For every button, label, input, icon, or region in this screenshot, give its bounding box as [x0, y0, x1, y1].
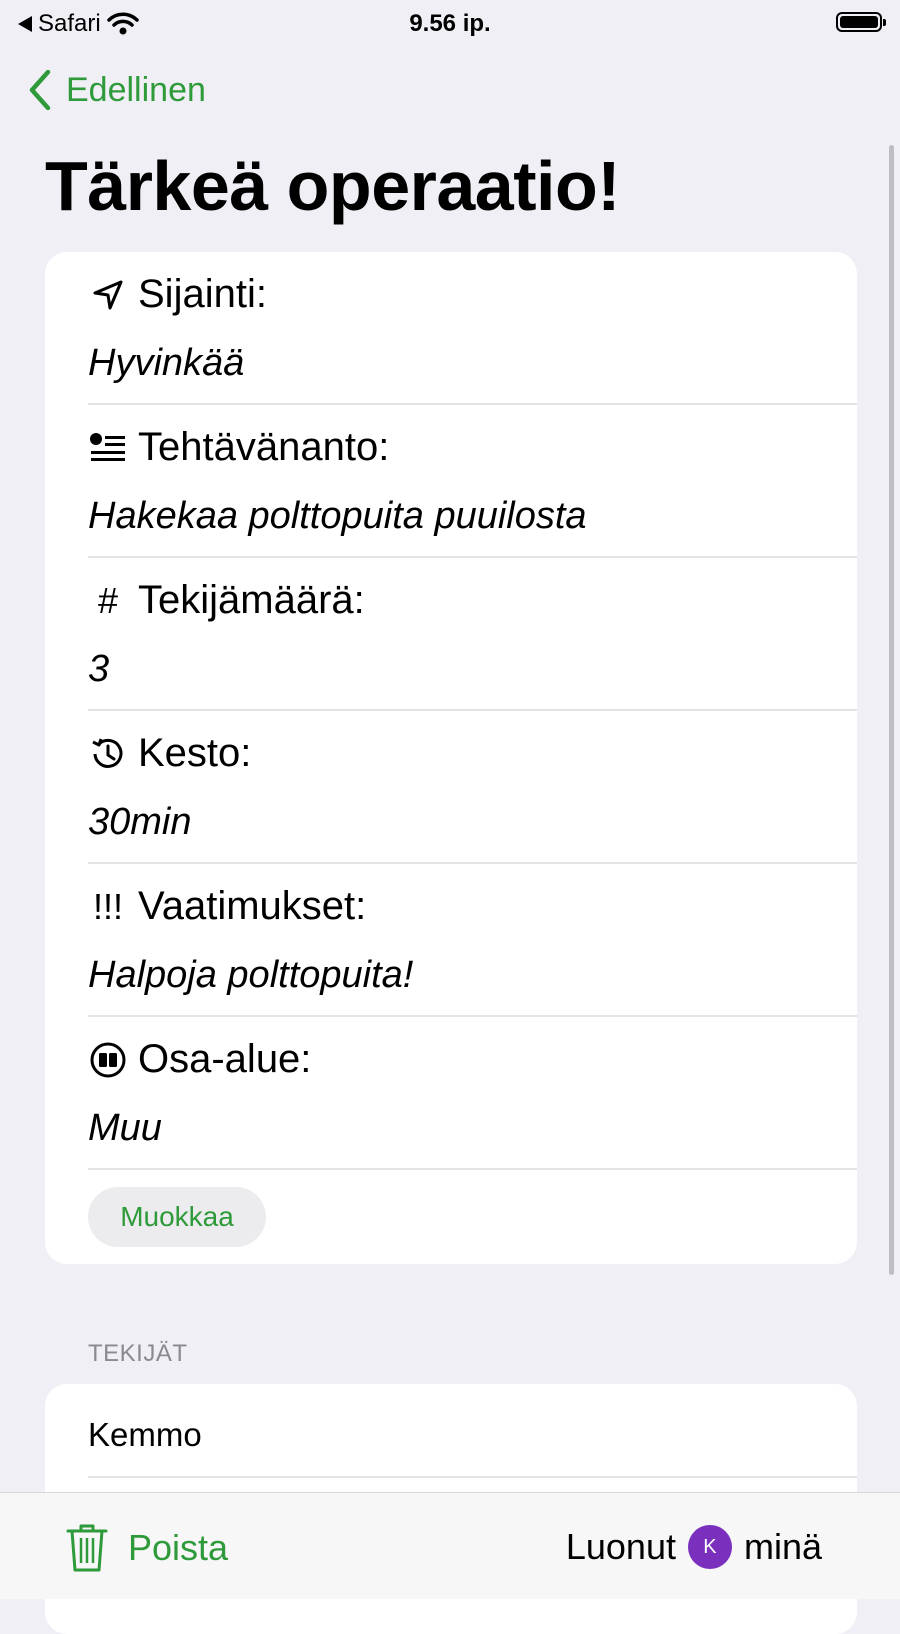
detail-row-area: Osa-alue: Muu — [45, 1017, 857, 1170]
delete-button[interactable]: Poista — [66, 1523, 228, 1573]
back-button-label: Edellinen — [66, 70, 206, 109]
checklist-icon — [88, 428, 128, 468]
details-card: Sijainti: Hyvinkää Tehtävänanto: Hakekaa… — [45, 252, 857, 1264]
bottom-toolbar: Poista Luonut K minä — [0, 1492, 900, 1599]
workers-section-header: TEKIJÄT — [88, 1340, 188, 1367]
page-title: Tärkeä operaatio! — [45, 147, 621, 225]
battery-icon — [836, 12, 886, 32]
detail-value: 30min — [88, 801, 192, 843]
detail-label: Tekijämäärä: — [138, 578, 365, 622]
created-by: Luonut K minä — [566, 1525, 822, 1569]
clock-history-icon — [88, 734, 128, 774]
detail-value: Hakekaa polttopuita puuilosta — [88, 495, 587, 537]
detail-label: Osa-alue: — [138, 1037, 312, 1081]
detail-row-assignment: Tehtävänanto: Hakekaa polttopuita puuilo… — [45, 405, 857, 558]
scroll-indicator[interactable] — [889, 145, 894, 1275]
book-circle-icon — [88, 1040, 128, 1080]
row-divider — [88, 1168, 857, 1170]
number-sign-icon: # — [97, 579, 119, 621]
trash-icon — [66, 1524, 108, 1572]
detail-row-duration: Kesto: 30min — [45, 711, 857, 864]
detail-label: Sijainti: — [138, 272, 267, 316]
detail-row-location: Sijainti: Hyvinkää — [45, 252, 857, 405]
detail-label: Vaatimukset: — [138, 884, 367, 928]
detail-value: Muu — [88, 1107, 162, 1149]
status-bar: Safari 9.56 ip. — [0, 0, 900, 50]
avatar: K — [687, 1525, 732, 1569]
creator-name: minä — [743, 1526, 822, 1567]
delete-button-label: Poista — [128, 1527, 229, 1568]
detail-row-requirements: !!! Vaatimukset: Halpoja polttopuita! — [45, 864, 857, 1017]
status-time: 9.56 ip. — [409, 10, 491, 37]
detail-value: 3 — [88, 648, 110, 690]
detail-row-worker-count: # Tekijämäärä: 3 — [45, 558, 857, 711]
detail-value: Hyvinkää — [88, 342, 245, 384]
detail-value: Halpoja polttopuita! — [88, 954, 414, 996]
back-button[interactable]: Edellinen — [28, 70, 206, 110]
row-divider — [88, 1476, 857, 1478]
detail-label: Kesto: — [138, 731, 252, 775]
chevron-left-icon — [29, 70, 51, 110]
list-item[interactable]: Kemmo — [88, 1416, 202, 1454]
created-by-label: Luonut — [565, 1526, 676, 1567]
detail-label: Tehtävänanto: — [138, 425, 390, 469]
location-arrow-icon — [88, 275, 128, 315]
exclamation-marks-icon: !!! — [92, 885, 123, 927]
edit-button[interactable]: Muokkaa — [88, 1187, 266, 1247]
